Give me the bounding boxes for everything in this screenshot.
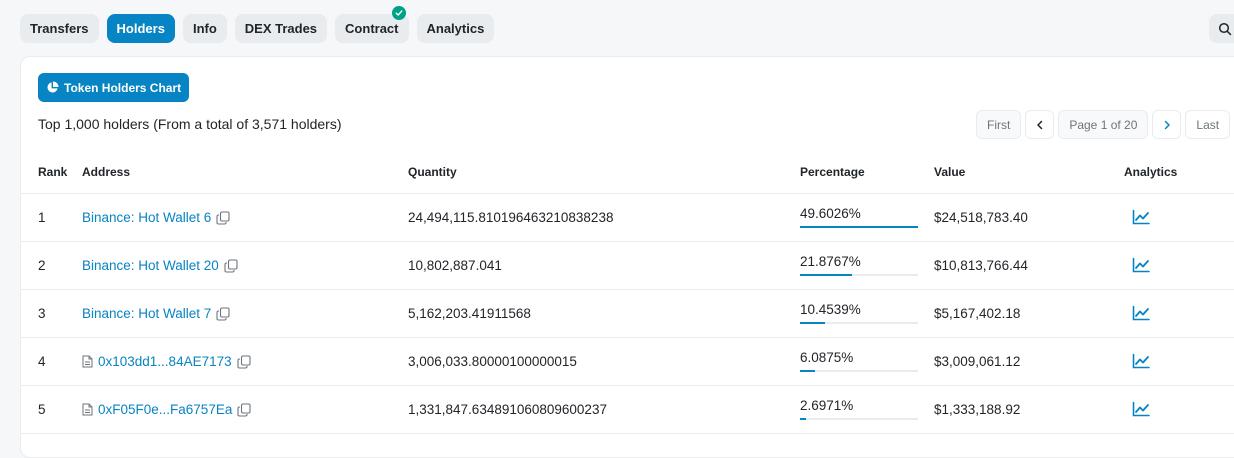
row-quantity: 24,494,115.810196463210838238 bbox=[408, 210, 614, 225]
table-header: Rank Address Quantity Percentage Value A… bbox=[21, 165, 1234, 194]
chevron-left-icon bbox=[1037, 120, 1043, 129]
analytics-chart-icon[interactable] bbox=[1132, 209, 1150, 228]
token-holders-chart-button[interactable]: Token Holders Chart bbox=[38, 73, 190, 102]
row-rank: 1 bbox=[38, 210, 46, 225]
first-page-button[interactable]: First bbox=[976, 110, 1022, 139]
table-row: 5 0xF05F0e...Fa6757Ea 1,331,847.63489106… bbox=[21, 386, 1234, 434]
table-row: 1 Binance: Hot Wallet 6 24,494,115.81019… bbox=[21, 194, 1234, 242]
row-quantity: 10,802,887.041 bbox=[408, 258, 502, 273]
row-percentage: 2.6971% bbox=[800, 398, 918, 420]
search-icon bbox=[1218, 22, 1232, 35]
last-page-button[interactable]: Last bbox=[1185, 110, 1231, 139]
chevron-right-icon bbox=[1164, 120, 1170, 129]
percentage-bar bbox=[800, 370, 918, 372]
copy-icon[interactable] bbox=[216, 306, 230, 321]
row-rank: 3 bbox=[38, 306, 46, 321]
row-address: 0x103dd1...84AE7173 bbox=[82, 354, 251, 369]
row-address: Binance: Hot Wallet 20 bbox=[82, 258, 238, 273]
page-indicator: Page 1 of 20 bbox=[1058, 110, 1149, 139]
tab-contract-label: Contract bbox=[345, 21, 399, 36]
table-row: 4 0x103dd1...84AE7173 3,006,033.80000100… bbox=[21, 338, 1234, 386]
percentage-bar-fill bbox=[800, 226, 918, 228]
address-link[interactable]: Binance: Hot Wallet 6 bbox=[82, 210, 211, 225]
col-rank: Rank bbox=[38, 165, 68, 179]
next-page-button[interactable] bbox=[1152, 110, 1182, 139]
copy-icon[interactable] bbox=[224, 258, 238, 273]
table-row: 2 Binance: Hot Wallet 20 10,802,887.041 … bbox=[21, 242, 1234, 290]
prev-page-button[interactable] bbox=[1025, 110, 1055, 139]
row-percentage: 6.0875% bbox=[800, 350, 918, 372]
col-quantity: Quantity bbox=[408, 165, 457, 179]
row-divider bbox=[21, 433, 1234, 434]
row-quantity: 3,006,033.80000100000015 bbox=[408, 354, 577, 369]
copy-icon[interactable] bbox=[237, 354, 251, 369]
pie-chart-icon bbox=[47, 81, 59, 93]
contract-file-icon bbox=[82, 355, 93, 368]
address-link[interactable]: 0x103dd1...84AE7173 bbox=[98, 354, 232, 369]
row-rank: 4 bbox=[38, 354, 46, 369]
percentage-bar-fill bbox=[800, 418, 807, 420]
tab-dex-trades[interactable]: DEX Trades bbox=[234, 14, 328, 43]
copy-icon[interactable] bbox=[237, 402, 251, 417]
tab-analytics[interactable]: Analytics bbox=[416, 14, 495, 43]
row-value: $10,813,766.44 bbox=[934, 258, 1028, 273]
col-address: Address bbox=[82, 165, 131, 179]
col-analytics: Analytics bbox=[1124, 165, 1178, 179]
row-percentage: 49.6026% bbox=[800, 206, 918, 228]
tab-contract[interactable]: Contract bbox=[335, 6, 409, 43]
row-address: Binance: Hot Wallet 7 bbox=[82, 306, 230, 321]
percentage-text: 21.8767% bbox=[800, 254, 861, 269]
row-quantity: 1,331,847.634891060809600237 bbox=[408, 402, 607, 417]
row-value: $24,518,783.40 bbox=[934, 210, 1028, 225]
percentage-bar bbox=[800, 322, 918, 324]
analytics-chart-icon[interactable] bbox=[1132, 401, 1150, 420]
row-address: 0xF05F0e...Fa6757Ea bbox=[82, 402, 251, 417]
contract-file-icon bbox=[82, 403, 93, 416]
row-value: $3,009,061.12 bbox=[934, 354, 1021, 369]
percentage-bar-fill bbox=[800, 322, 825, 324]
row-quantity: 5,162,203.41911568 bbox=[408, 306, 531, 321]
row-percentage: 21.8767% bbox=[800, 254, 918, 276]
row-percentage: 10.4539% bbox=[800, 302, 918, 324]
tab-bar: Transfers Holders Info DEX Trades Contra… bbox=[20, 6, 495, 43]
col-percentage: Percentage bbox=[800, 165, 865, 179]
analytics-chart-icon[interactable] bbox=[1132, 305, 1150, 324]
row-value: $1,333,188.92 bbox=[934, 402, 1021, 417]
tab-info[interactable]: Info bbox=[182, 14, 227, 43]
percentage-bar-fill bbox=[800, 370, 815, 372]
percentage-bar-fill bbox=[800, 274, 853, 276]
percentage-text: 6.0875% bbox=[800, 350, 854, 365]
tab-transfers[interactable]: Transfers bbox=[20, 14, 99, 43]
copy-icon[interactable] bbox=[216, 210, 230, 225]
address-link[interactable]: Binance: Hot Wallet 20 bbox=[82, 258, 219, 273]
percentage-text: 49.6026% bbox=[800, 206, 861, 221]
table-row: 3 Binance: Hot Wallet 7 5,162,203.419115… bbox=[21, 290, 1234, 338]
col-value: Value bbox=[934, 165, 966, 179]
address-link[interactable]: 0xF05F0e...Fa6757Ea bbox=[98, 402, 232, 417]
analytics-chart-icon[interactable] bbox=[1132, 257, 1150, 276]
percentage-text: 10.4539% bbox=[800, 302, 861, 317]
analytics-chart-icon[interactable] bbox=[1132, 353, 1150, 372]
tab-holders[interactable]: Holders bbox=[106, 14, 175, 43]
address-link[interactable]: Binance: Hot Wallet 7 bbox=[82, 306, 211, 321]
row-rank: 2 bbox=[38, 258, 46, 273]
percentage-text: 2.6971% bbox=[800, 398, 854, 413]
search-button[interactable] bbox=[1209, 14, 1234, 43]
row-rank: 5 bbox=[38, 402, 46, 417]
percentage-bar bbox=[800, 418, 918, 420]
pagination: First Page 1 of 20 Last bbox=[976, 110, 1231, 139]
holders-summary: Top 1,000 holders (From a total of 3,571… bbox=[38, 116, 342, 132]
row-address: Binance: Hot Wallet 6 bbox=[82, 210, 230, 225]
percentage-bar bbox=[800, 274, 918, 276]
row-value: $5,167,402.18 bbox=[934, 306, 1021, 321]
percentage-bar bbox=[800, 226, 918, 228]
verified-check-icon bbox=[391, 6, 406, 20]
token-holders-chart-label: Token Holders Chart bbox=[64, 80, 182, 95]
holders-card: Token Holders Chart Top 1,000 holders (F… bbox=[20, 56, 1234, 458]
